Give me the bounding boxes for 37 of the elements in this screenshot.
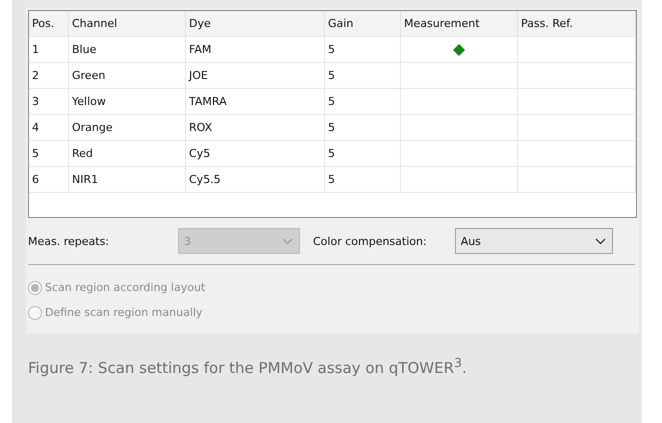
table-cell: Cy5 [186,141,325,167]
compensation-dropdown[interactable]: Aus [454,228,613,254]
table-cell: 2 [29,63,69,89]
table-cell: ROX [186,115,325,141]
figure-caption: Figure 7: Scan settings for the PMMoV assay on qTOWER$^{3}$. [28,355,468,377]
table-cell: 6 [29,167,69,193]
field-label: Meas. repeats: [28,234,110,248]
table-cell: TAMRA [186,89,325,115]
table-cell: 4 [29,115,69,141]
table-cell: 5 [325,37,401,63]
column-header[interactable]: Pass. Ref. [518,11,636,37]
table-cell: 3 [29,89,69,115]
table-cell: 5 [325,63,401,89]
table-cell: FAM [186,37,325,63]
chevron-icon [282,238,293,244]
table-cell: Yellow [69,89,186,115]
table-cell: Cy5.5 [186,167,325,193]
table-cell: 5 [325,115,401,141]
table-cell: Orange [69,115,186,141]
column-header[interactable]: Channel [69,11,186,37]
column-header[interactable]: Measurement [401,11,518,37]
table-cell: 1 [29,37,69,63]
table-cell: 5 [325,89,401,115]
table-cell: Blue [69,37,186,63]
table-cell: JOE [186,63,325,89]
chevron-icon [594,238,606,244]
diamond-icon [453,44,465,56]
table-cell: Red [69,141,186,167]
table-cell: Green [69,63,186,89]
field-label: Color compensation: [313,234,427,248]
column-header[interactable]: Pos. [29,11,69,37]
table-cell: 5 [325,141,401,167]
table-cell: NIR1 [69,167,186,193]
column-header[interactable]: Dye [186,11,325,37]
column-header[interactable]: Gain [325,11,401,37]
table-cell: 5 [29,141,69,167]
table-cell: 5 [325,167,401,193]
